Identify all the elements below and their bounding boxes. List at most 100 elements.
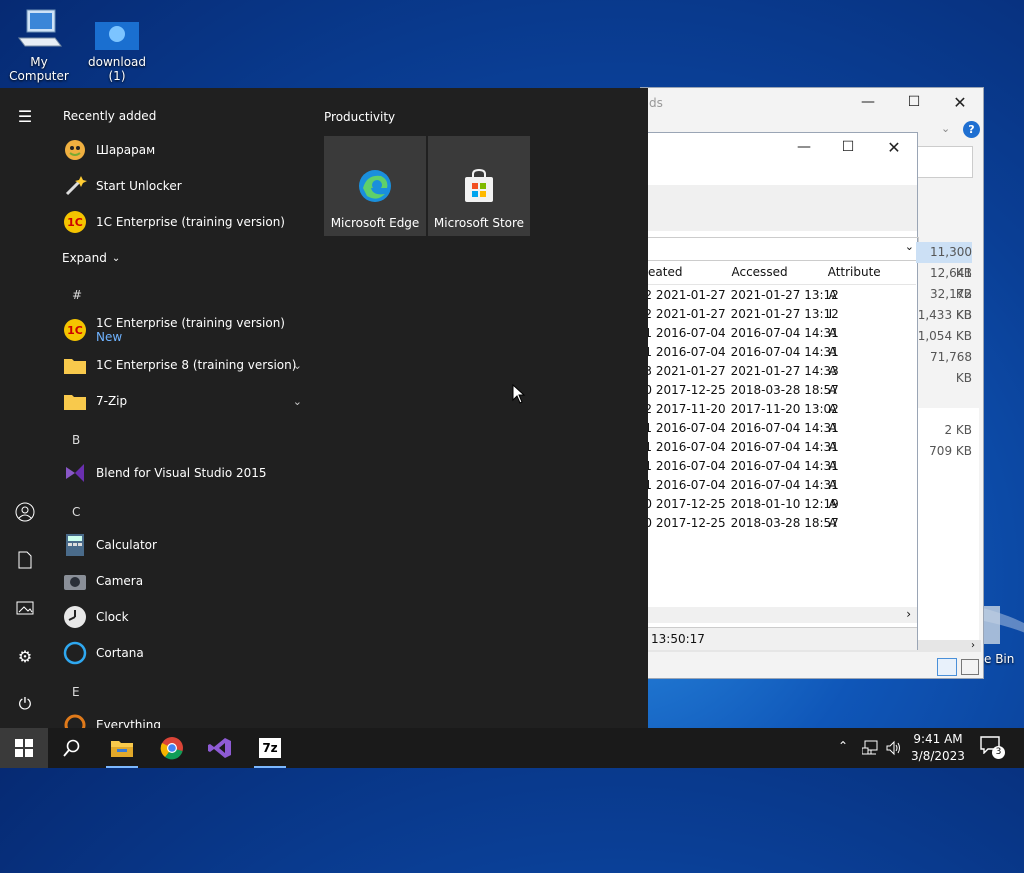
- app-item-camera[interactable]: Camera: [62, 563, 308, 599]
- app-item-blend[interactable]: Blend for Visual Studio 2015: [62, 455, 308, 491]
- chevron-down-icon[interactable]: ⌄: [293, 395, 302, 408]
- network-icon[interactable]: [862, 740, 880, 756]
- maximize-button[interactable]: ☐: [891, 88, 937, 116]
- blend-vs-icon: [62, 460, 88, 486]
- table-row[interactable]: 2017-12-25 00:00 2018-03-28 18:57A: [648, 513, 916, 532]
- table-row[interactable]: 2016-07-04 14:312016-07-04 14:31A: [648, 456, 916, 475]
- preview-view-icon[interactable]: [961, 659, 979, 675]
- app-item-everything[interactable]: Everything: [62, 707, 308, 728]
- computer-icon: [18, 9, 62, 47]
- cell-attributes: A: [828, 420, 837, 435]
- svg-text:1C: 1C: [67, 216, 83, 229]
- settings-gear-icon[interactable]: ⚙: [13, 644, 37, 668]
- action-center-button[interactable]: 3: [980, 736, 1006, 760]
- documents-icon[interactable]: [13, 548, 37, 572]
- table-row[interactable]: 2021-01-27 13:122021-01-27 13:12I: [648, 304, 916, 323]
- table-row[interactable]: 2016-07-04 14:312016-07-04 14:31A: [648, 418, 916, 437]
- pictures-icon[interactable]: [13, 596, 37, 620]
- user-icon[interactable]: [13, 500, 37, 524]
- table-row[interactable]: 2016-07-04 14:312016-07-04 14:31A: [648, 437, 916, 456]
- help-icon[interactable]: ?: [963, 121, 980, 138]
- tile-microsoft-store[interactable]: Microsoft Store: [428, 136, 530, 236]
- column-accessed[interactable]: Accessed: [726, 265, 823, 279]
- start-rail: ☰ ⚙ ⏻: [0, 88, 50, 728]
- cell-created: 2021-01-27 14:33: [648, 363, 726, 378]
- size-cell: 11,300 KB: [916, 242, 972, 280]
- tile-group-title[interactable]: Productivity: [324, 110, 395, 124]
- status-time: 13:50:17: [651, 632, 705, 646]
- expand-label: Expand: [62, 251, 107, 265]
- desktop-icon-my-computer[interactable]: My Computer: [0, 8, 78, 83]
- app-item-label: Cortana: [96, 646, 144, 660]
- cell-created: 2017-12-25 00:00: [648, 496, 726, 511]
- table-row[interactable]: 2016-07-04 14:312016-07-04 14:31A: [648, 323, 916, 342]
- table-row[interactable]: 2016-07-04 14:312016-07-04 14:31A: [648, 342, 916, 361]
- taskbar-visual-studio[interactable]: [196, 728, 244, 768]
- hamburger-menu-icon[interactable]: ☰: [13, 104, 37, 128]
- section-header-b[interactable]: B: [72, 433, 80, 447]
- table-row[interactable]: 2017-12-25 00:00 2018-01-10 12:19A: [648, 494, 916, 513]
- minimize-button[interactable]: —: [845, 88, 891, 116]
- cell-created: 2016-07-04 14:31: [648, 439, 726, 454]
- details-view-icon[interactable]: [937, 658, 957, 676]
- cell-attributes: A: [828, 458, 837, 473]
- app-folder-7zip[interactable]: 7-Zip ⌄: [62, 383, 308, 419]
- cell-attributes: A: [828, 363, 837, 378]
- close-button[interactable]: ✕: [871, 133, 917, 161]
- taskbar-7zip[interactable]: 7z: [246, 728, 294, 768]
- maximize-button[interactable]: ☐: [825, 133, 871, 161]
- cell-attributes: A: [828, 344, 837, 359]
- cell-attributes: A: [828, 287, 837, 302]
- cell-attributes: A: [828, 496, 837, 511]
- cell-accessed: 2018-03-28 18:57: [730, 382, 839, 397]
- cell-created: 2017-12-25 00:00: [648, 382, 726, 397]
- app-item-label: 1C Enterprise (training version): [96, 316, 285, 330]
- table-row[interactable]: 2016-07-04 14:312016-07-04 14:31A: [648, 475, 916, 494]
- taskbar-file-explorer[interactable]: [98, 728, 146, 768]
- cell-accessed: 2021-01-27 13:12: [730, 287, 839, 302]
- chevron-right-icon[interactable]: ›: [906, 607, 911, 621]
- app-item-1c-enterprise[interactable]: 1C 1C Enterprise (training version) New: [62, 310, 308, 350]
- app-item-cortana[interactable]: Cortana: [62, 635, 308, 671]
- show-hidden-icons-chevron-up-icon[interactable]: ⌃: [838, 739, 848, 753]
- horizontal-scrollbar[interactable]: ›: [641, 607, 917, 623]
- table-row[interactable]: 2021-01-27 13:122021-01-27 13:12A: [648, 285, 916, 304]
- table-row[interactable]: 2017-12-25 00:00 2018-03-28 18:57A: [648, 380, 916, 399]
- system-clock[interactable]: 9:41 AM 3/8/2023: [908, 731, 968, 765]
- file-table: eated Accessed Attribute 2021-01-27 13:1…: [648, 260, 916, 532]
- start-button[interactable]: [0, 728, 48, 768]
- address-bar[interactable]: ⌄: [641, 237, 919, 261]
- search-button[interactable]: [48, 728, 96, 768]
- taskbar-chrome[interactable]: [148, 728, 196, 768]
- app-item-shararam[interactable]: Шарарам: [62, 132, 308, 168]
- chevron-down-icon[interactable]: ⌄: [905, 240, 914, 253]
- close-button[interactable]: ✕: [937, 88, 983, 116]
- section-header-c[interactable]: C: [72, 505, 80, 519]
- tile-microsoft-edge[interactable]: Microsoft Edge: [324, 136, 426, 236]
- cell-accessed: 2017-11-20 13:02: [730, 401, 839, 416]
- app-item-clock[interactable]: Clock: [62, 599, 308, 635]
- chevron-down-icon[interactable]: ⌄: [941, 122, 950, 135]
- chevron-right-icon[interactable]: ›: [971, 640, 975, 651]
- desktop-icon-download[interactable]: download (1): [78, 8, 156, 83]
- power-icon[interactable]: ⏻: [13, 692, 37, 716]
- table-row[interactable]: 2021-01-27 14:332021-01-27 14:33A: [648, 361, 916, 380]
- app-item-1c-enterprise-recent[interactable]: 1C 1C Enterprise (training version): [62, 204, 308, 240]
- app-item-calculator[interactable]: Calculator: [62, 527, 308, 563]
- taskbar: 7z ⌃ 9:41 AM 3/8/2023 3: [0, 728, 1024, 768]
- chevron-down-icon[interactable]: ⌄: [293, 359, 302, 372]
- section-header-e[interactable]: E: [72, 685, 80, 699]
- expand-button[interactable]: Expand ⌄: [62, 240, 132, 276]
- table-row[interactable]: 2017-11-20 13:022017-11-20 13:02A: [648, 399, 916, 418]
- volume-icon[interactable]: [886, 740, 902, 756]
- tile-label: Microsoft Edge: [330, 216, 420, 230]
- app-item-start-unlocker[interactable]: Start Unlocker: [62, 168, 308, 204]
- minimize-button[interactable]: —: [781, 133, 827, 161]
- app-folder-1c-enterprise-8[interactable]: 1C Enterprise 8 (training version) ⌄: [62, 347, 308, 383]
- 7zip-icon: 7z: [259, 738, 281, 758]
- search-input[interactable]: [917, 146, 973, 178]
- mouse-cursor-icon: [512, 384, 526, 404]
- section-header-hash[interactable]: #: [72, 288, 82, 302]
- column-attributes[interactable]: Attribute: [824, 265, 916, 279]
- column-created[interactable]: eated: [648, 265, 726, 279]
